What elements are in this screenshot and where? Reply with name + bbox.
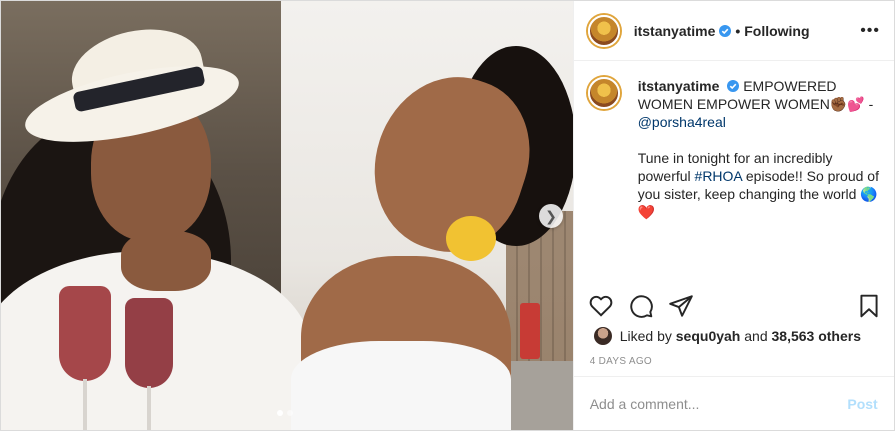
fist-heart-emoji: ✊🏾💕: [829, 96, 865, 112]
heart-icon[interactable]: [588, 293, 614, 319]
likes-count[interactable]: 38,563 others: [772, 328, 862, 344]
post-side-panel: itstanyatime • Following ••• itstanyatim…: [572, 1, 894, 430]
caption-username[interactable]: itstanyatime: [638, 78, 720, 94]
chevron-right-icon: ❯: [545, 207, 557, 224]
caption-text: itstanyatime EMPOWERED WOMEN EMPOWER WOM…: [638, 77, 883, 221]
carousel-indicator: [277, 410, 293, 416]
caption-verified-icon: [727, 80, 740, 92]
likes-and: and: [744, 328, 768, 344]
caption-dash: -: [864, 96, 874, 112]
post-comment-button[interactable]: Post: [847, 396, 877, 412]
caption-avatar[interactable]: [587, 77, 620, 109]
wine-glass-left-stem: [83, 379, 87, 430]
photo-red-can: [520, 303, 540, 359]
wine-glass-right-stem: [147, 386, 151, 430]
woman-right-top: [291, 341, 511, 430]
wine-glass-right: [125, 298, 173, 388]
instagram-post: ❯ itstanyatime • Following ••• itstanyat…: [0, 0, 895, 431]
author-avatar[interactable]: [587, 14, 620, 47]
post-caption: itstanyatime EMPOWERED WOMEN EMPOWER WOM…: [587, 77, 883, 221]
verified-badge-icon: [719, 24, 732, 37]
post-date[interactable]: 4 DAYS AGO: [590, 356, 652, 367]
likes-summary: Liked by sequ0yah and 38,563 others: [593, 327, 862, 345]
author-username[interactable]: itstanyatime: [634, 23, 716, 39]
caption-first-paragraph: itstanyatime EMPOWERED WOMEN EMPOWER WOM…: [638, 77, 883, 131]
hashtag-link[interactable]: #RHOA: [695, 168, 742, 184]
post-actions: [588, 293, 882, 319]
post-header: itstanyatime • Following •••: [573, 1, 894, 61]
following-button[interactable]: • Following: [735, 23, 809, 39]
post-photo[interactable]: ❯: [1, 1, 573, 430]
likes-prefix: Liked by: [619, 328, 672, 344]
liker-username[interactable]: sequ0yah: [676, 328, 741, 344]
globe-emoji: 🌎: [860, 186, 878, 202]
carousel-dot-active: [277, 410, 283, 416]
red-heart-emoji: ❤️: [637, 204, 656, 220]
mention-link[interactable]: @porsha4real: [638, 114, 726, 130]
yellow-earring: [446, 216, 496, 261]
bookmark-icon[interactable]: [856, 293, 882, 319]
caption-second-paragraph: Tune in tonight for an incredibly powerf…: [638, 149, 883, 221]
carousel-next-button[interactable]: ❯: [539, 204, 563, 228]
comment-area: Add a comment... Post: [573, 376, 894, 430]
carousel-dot: [287, 410, 293, 416]
liker-avatar[interactable]: [593, 327, 612, 345]
comment-icon[interactable]: [628, 293, 654, 319]
comment-input[interactable]: Add a comment...: [590, 396, 700, 412]
more-options-icon[interactable]: •••: [860, 22, 880, 40]
share-icon[interactable]: [668, 293, 694, 319]
wine-glass-left: [59, 286, 111, 381]
